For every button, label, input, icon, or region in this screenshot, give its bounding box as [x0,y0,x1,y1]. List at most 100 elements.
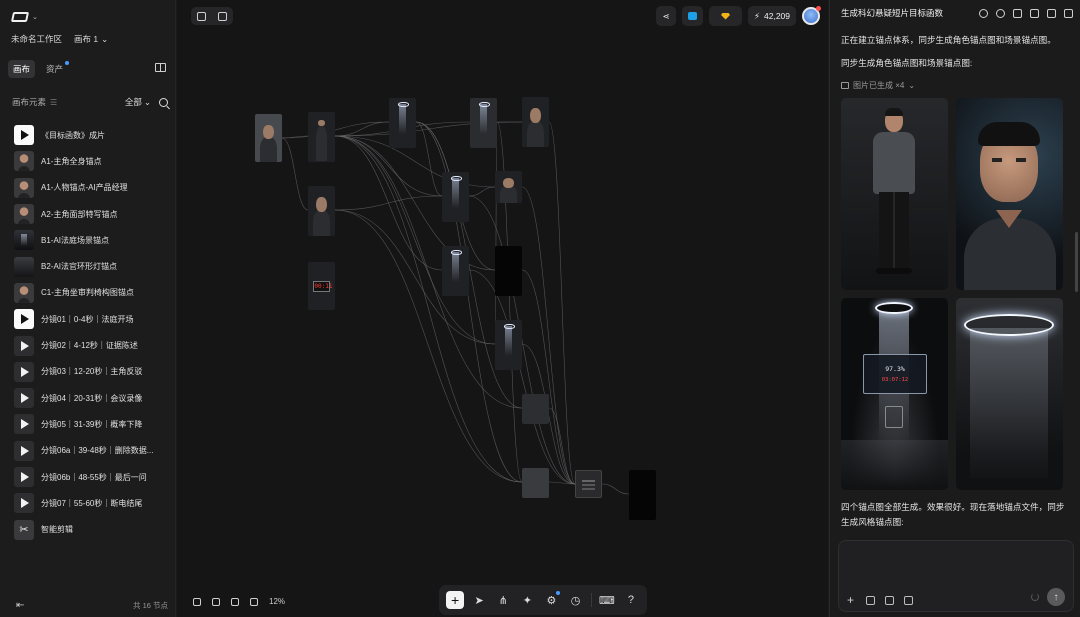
images-generated-tag[interactable]: 图片已生成 ×4 ⌄ [841,80,915,91]
list-item[interactable]: 分镜07｜55-60秒｜断电结尾 [14,490,174,516]
link-icon[interactable] [1047,8,1056,18]
zoom-level[interactable]: 12% [269,597,285,606]
canvas-view-tools [191,7,233,25]
generated-image-ring-light[interactable] [956,298,1063,490]
node-a2-face-anchor[interactable] [308,186,335,236]
minimap-icon[interactable] [193,597,201,606]
node-final-film[interactable] [629,470,656,520]
credits-badge[interactable]: ⚡ 42,209 [748,6,796,26]
generated-image-court-scene[interactable]: 97.3% 03:07:12 [841,298,948,490]
generated-image-fullbody[interactable] [841,98,948,290]
list-item[interactable]: 分镜04｜20-31秒｜会议录像 [14,385,174,411]
list-item[interactable]: A1-主角全身锚点 [14,148,174,174]
list-item[interactable]: A2-主角面部特写锚点 [14,201,174,227]
chat-panel: 生成科幻悬疑短片目标函数 正在建立锚点体系，同步生成角色锚点图和场景锚点图。 同… [829,0,1080,617]
node-b1-court-scene[interactable] [389,98,416,148]
thumbnail [14,335,34,356]
node-shot-03[interactable] [442,246,469,296]
layers-button[interactable] [682,6,704,26]
list-item[interactable]: 分镜06a｜39-48秒｜删除数据... [14,438,174,464]
node-clock-shot[interactable]: 00:11 [308,262,335,310]
thumbnail [14,493,34,514]
settings-icon[interactable] [1030,8,1039,18]
clock-readout: 00:11 [313,281,333,292]
canvas-top-right: ⋖ ⚡ 42,209 [656,6,821,26]
elements-header: 画布元素 ☰ 全部 ⌄ [12,96,168,108]
node-shot-01[interactable] [442,172,469,222]
list-item[interactable]: 分镜02｜4-12秒｜证据陈述 [14,332,174,358]
images-generated-label: 图片已生成 ×4 [853,81,905,90]
book-icon[interactable] [155,63,166,72]
workspace-name[interactable]: 未命名工作区 [11,33,62,45]
image-upload-icon[interactable] [885,596,894,605]
list-item[interactable]: 《目标函数》成片 [14,122,174,148]
node-shot-05[interactable] [495,320,522,370]
refresh-icon[interactable] [904,596,913,605]
app-logo[interactable]: ⌄ [10,10,40,24]
list-item[interactable]: ✂ 智能剪辑 [14,516,174,542]
connect-tool-icon[interactable]: ⋔ [494,591,512,609]
add-node-button[interactable]: + [446,591,465,609]
chat-message-2: 同步生成角色锚点图和场景锚点图: [841,58,973,68]
list-item-label: A1-人物锚点-AI产品经理 [41,183,128,193]
upgrade-button[interactable] [709,6,743,26]
user-avatar[interactable] [802,6,821,25]
fingerprint-icon[interactable] [250,597,258,606]
magic-tool-icon[interactable]: ✦ [518,591,536,609]
collapse-sidebar-icon[interactable]: ⇤ [16,600,24,611]
list-item[interactable]: C1-主角坐审判椅构图锚点 [14,280,174,306]
node-shot-04[interactable] [495,246,522,296]
list-item[interactable]: 分镜05｜31-39秒｜概率下降 [14,411,174,437]
node-shot-06b[interactable] [522,468,549,498]
list-item[interactable]: B2-AI法官环形灯锚点 [14,253,174,279]
sidebar-tabs: 画布 资产 [8,60,168,78]
chat-composer[interactable]: + ↑ [838,540,1074,612]
list-item[interactable]: 分镜01｜0-4秒｜法庭开场 [14,306,174,332]
list-item[interactable]: 分镜06b｜48-55秒｜最后一问 [14,464,174,490]
layout-icon[interactable] [218,11,227,21]
chevron-down-icon: ⌄ [32,14,38,21]
new-chat-icon[interactable] [979,8,988,18]
list-item-label: 智能剪辑 [41,525,73,535]
filter-dropdown[interactable]: 全部 ⌄ [125,96,151,108]
agent-tool-icon[interactable]: ⚙ [542,591,561,609]
node-shot-06a[interactable] [522,394,549,424]
collapse-panel-icon[interactable] [1064,8,1073,18]
history-icon[interactable]: ◷ [567,591,585,609]
select-tool-icon[interactable]: ➤ [470,591,488,609]
history-icon[interactable] [996,8,1005,18]
tab-assets[interactable]: 资产 [41,60,70,78]
search-icon[interactable] [159,97,168,107]
share-button[interactable]: ⋖ [656,6,677,26]
share-icon[interactable] [1013,8,1022,18]
node-c1-chair-shot[interactable] [522,97,549,147]
node-smart-edit[interactable] [575,470,602,498]
canvas-area[interactable]: ⋖ ⚡ 42,209 00:11 12% + ➤ ⋔ ✦ ⚙ ◷ ⌨ ? [177,0,828,617]
send-button[interactable]: ↑ [1047,588,1065,606]
node-a1-fullbody-anchor[interactable] [308,112,335,162]
node-b2-ring-light[interactable] [470,98,497,148]
elements-title: 画布元素 [12,97,47,107]
node-a1-person-anchor[interactable] [255,114,282,162]
attach-plus-icon[interactable]: + [847,594,856,606]
chat-scrollbar[interactable] [1075,232,1078,292]
cube-icon[interactable] [866,596,875,605]
chat-header: 生成科幻悬疑短片目标函数 [841,7,1073,19]
list-item[interactable]: B1-AI法庭场景锚点 [14,227,174,253]
sort-icon[interactable]: ☰ [50,98,57,107]
tab-assets-label: 资产 [46,64,64,74]
person-icon[interactable] [212,597,220,606]
fit-view-icon[interactable] [197,11,206,21]
list-item[interactable]: A1-人物锚点-AI产品经理 [14,175,174,201]
generated-image-portrait[interactable] [956,98,1063,290]
canvas-selector[interactable]: 画布 1 ⌄ [74,33,108,45]
node-graph-edges [281,121,630,495]
list-item-label: 分镜01｜0-4秒｜法庭开场 [41,314,134,324]
node-shot-02[interactable] [495,171,522,203]
help-icon[interactable]: ? [622,591,640,609]
shuffle-icon[interactable] [231,597,239,606]
thumbnail [14,467,34,487]
list-item[interactable]: 分镜03｜12-20秒｜主角反驳 [14,359,174,385]
keyboard-icon[interactable]: ⌨ [598,591,616,609]
tab-canvas[interactable]: 画布 [8,60,36,78]
